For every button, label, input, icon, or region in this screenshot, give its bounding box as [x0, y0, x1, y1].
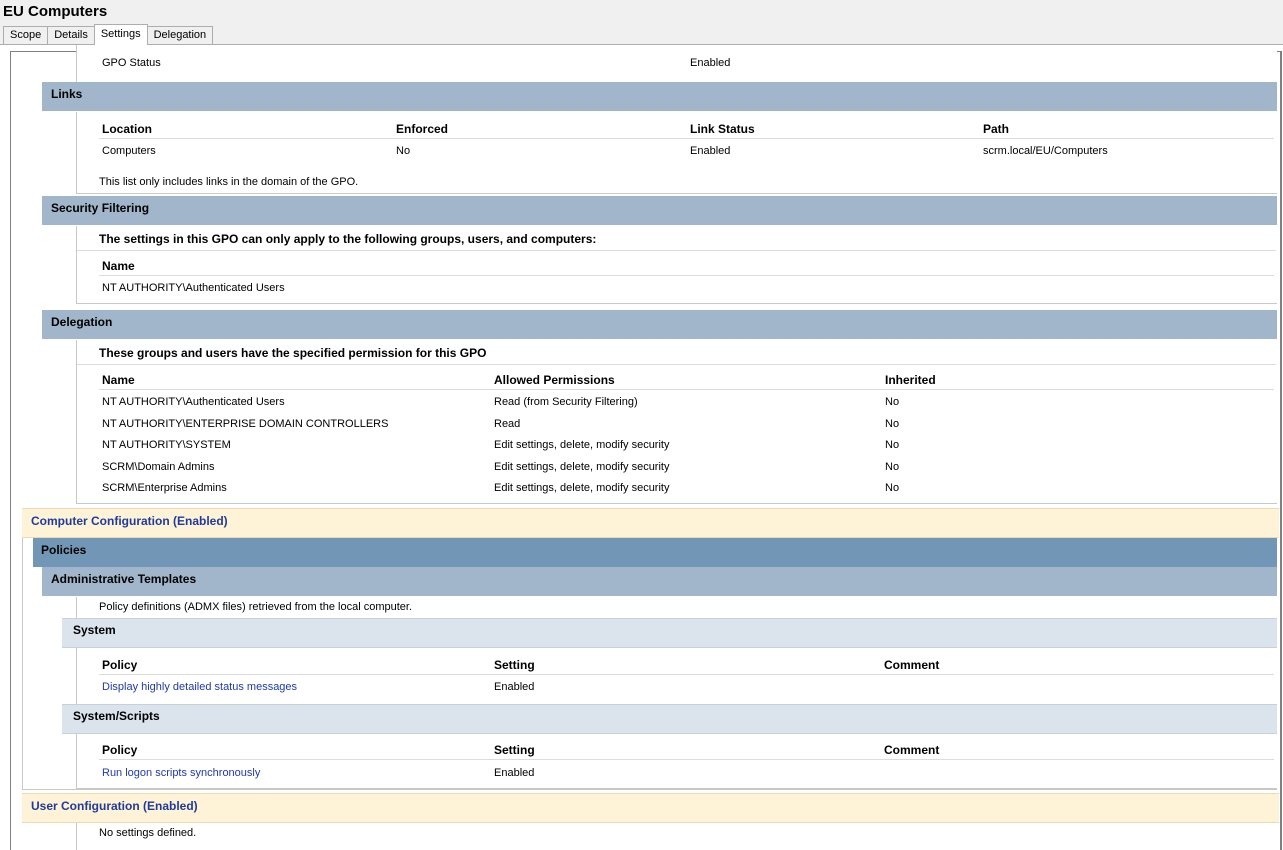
- delegation-description: These groups and users have the specifie…: [99, 346, 487, 360]
- links-col-enforced: Enforced: [396, 122, 449, 136]
- delegation-col-inherited: Inherited: [885, 373, 936, 387]
- tab-scope[interactable]: Scope: [3, 26, 49, 44]
- delegation-row-name: NT AUTHORITY\SYSTEM: [102, 439, 231, 451]
- links-col-location: Location: [102, 122, 152, 136]
- system-col-setting: Setting: [494, 658, 535, 672]
- user-configuration-header[interactable]: User Configuration (Enabled): [22, 793, 1279, 823]
- delegation-row-name: SCRM\Enterprise Admins: [102, 482, 227, 494]
- window-title: EU Computers: [3, 3, 108, 20]
- report-frame: GPO Status Enabled Links Location Enforc…: [10, 45, 1282, 850]
- tab-delegation[interactable]: Delegation: [146, 26, 214, 44]
- general-box: [76, 45, 1277, 84]
- system-header[interactable]: System: [62, 618, 1277, 648]
- delegation-row-name: NT AUTHORITY\ENTERPRISE DOMAIN CONTROLLE…: [102, 418, 389, 430]
- links-path: scrm.local/EU/Computers: [983, 145, 1108, 157]
- delegation-col-permissions: Allowed Permissions: [494, 373, 615, 387]
- links-col-path: Path: [983, 122, 1010, 136]
- delegation-row-inherited: No: [885, 418, 900, 430]
- gpo-status-value: Enabled: [690, 57, 731, 69]
- tab-settings[interactable]: Settings: [93, 24, 148, 45]
- tab-bar: Scope Details Settings Delegation: [3, 24, 214, 45]
- links-status: Enabled: [690, 145, 731, 157]
- links-note: This list only includes links in the dom…: [99, 176, 359, 188]
- delegation-col-name: Name: [102, 373, 135, 387]
- delegation-row-inherited: No: [885, 482, 900, 494]
- system-box: [76, 648, 1277, 704]
- administrative-templates-note: Policy definitions (ADMX files) retrieve…: [99, 601, 413, 613]
- policies-header[interactable]: Policies: [33, 538, 1277, 567]
- policy-link-run-logon-scripts[interactable]: Run logon scripts synchronously: [102, 767, 260, 779]
- system-scripts-col-comment: Comment: [884, 743, 940, 757]
- security-filtering-header[interactable]: Security Filtering: [42, 196, 1277, 226]
- links-header[interactable]: Links: [42, 82, 1277, 112]
- divider: [99, 674, 1274, 675]
- system-col-comment: Comment: [884, 658, 940, 672]
- delegation-row-name: SCRM\Domain Admins: [102, 461, 215, 473]
- divider: [99, 389, 1274, 390]
- system-scripts-header[interactable]: System/Scripts: [62, 704, 1277, 734]
- security-filtering-name: NT AUTHORITY\Authenticated Users: [102, 282, 285, 294]
- report-view[interactable]: GPO Status Enabled Links Location Enforc…: [0, 44, 1283, 850]
- delegation-row-inherited: No: [885, 396, 900, 408]
- delegation-row-permission: Edit settings, delete, modify security: [494, 439, 670, 451]
- divider: [99, 275, 1274, 276]
- delegation-row-permission: Edit settings, delete, modify security: [494, 461, 670, 473]
- user-configuration-box: [76, 823, 1277, 850]
- delegation-row-permission: Edit settings, delete, modify security: [494, 482, 670, 494]
- links-location: Computers: [102, 145, 156, 157]
- policy-link-display-status-messages[interactable]: Display highly detailed status messages: [102, 681, 297, 693]
- system-scripts-col-policy: Policy: [102, 743, 138, 757]
- user-configuration-note: No settings defined.: [99, 827, 197, 839]
- links-enforced: No: [396, 145, 411, 157]
- security-filtering-description: The settings in this GPO can only apply …: [99, 232, 597, 246]
- policy-setting: Enabled: [494, 681, 535, 693]
- delegation-row-permission: Read (from Security Filtering): [494, 396, 638, 408]
- gpo-status-label: GPO Status: [102, 57, 161, 69]
- policy-setting: Enabled: [494, 767, 535, 779]
- system-scripts-col-setting: Setting: [494, 743, 535, 757]
- tab-details[interactable]: Details: [47, 26, 95, 44]
- divider: [99, 138, 1274, 139]
- divider: [99, 759, 1274, 760]
- administrative-templates-header[interactable]: Administrative Templates: [42, 567, 1277, 597]
- computer-configuration-header[interactable]: Computer Configuration (Enabled): [22, 508, 1279, 538]
- system-col-policy: Policy: [102, 658, 138, 672]
- delegation-row-inherited: No: [885, 439, 900, 451]
- delegation-header[interactable]: Delegation: [42, 310, 1277, 340]
- divider: [77, 364, 1276, 365]
- delegation-row-name: NT AUTHORITY\Authenticated Users: [102, 396, 285, 408]
- security-filtering-col-name: Name: [102, 259, 135, 273]
- delegation-row-inherited: No: [885, 461, 900, 473]
- links-col-status: Link Status: [690, 122, 755, 136]
- divider: [77, 250, 1276, 251]
- delegation-row-permission: Read: [494, 418, 521, 430]
